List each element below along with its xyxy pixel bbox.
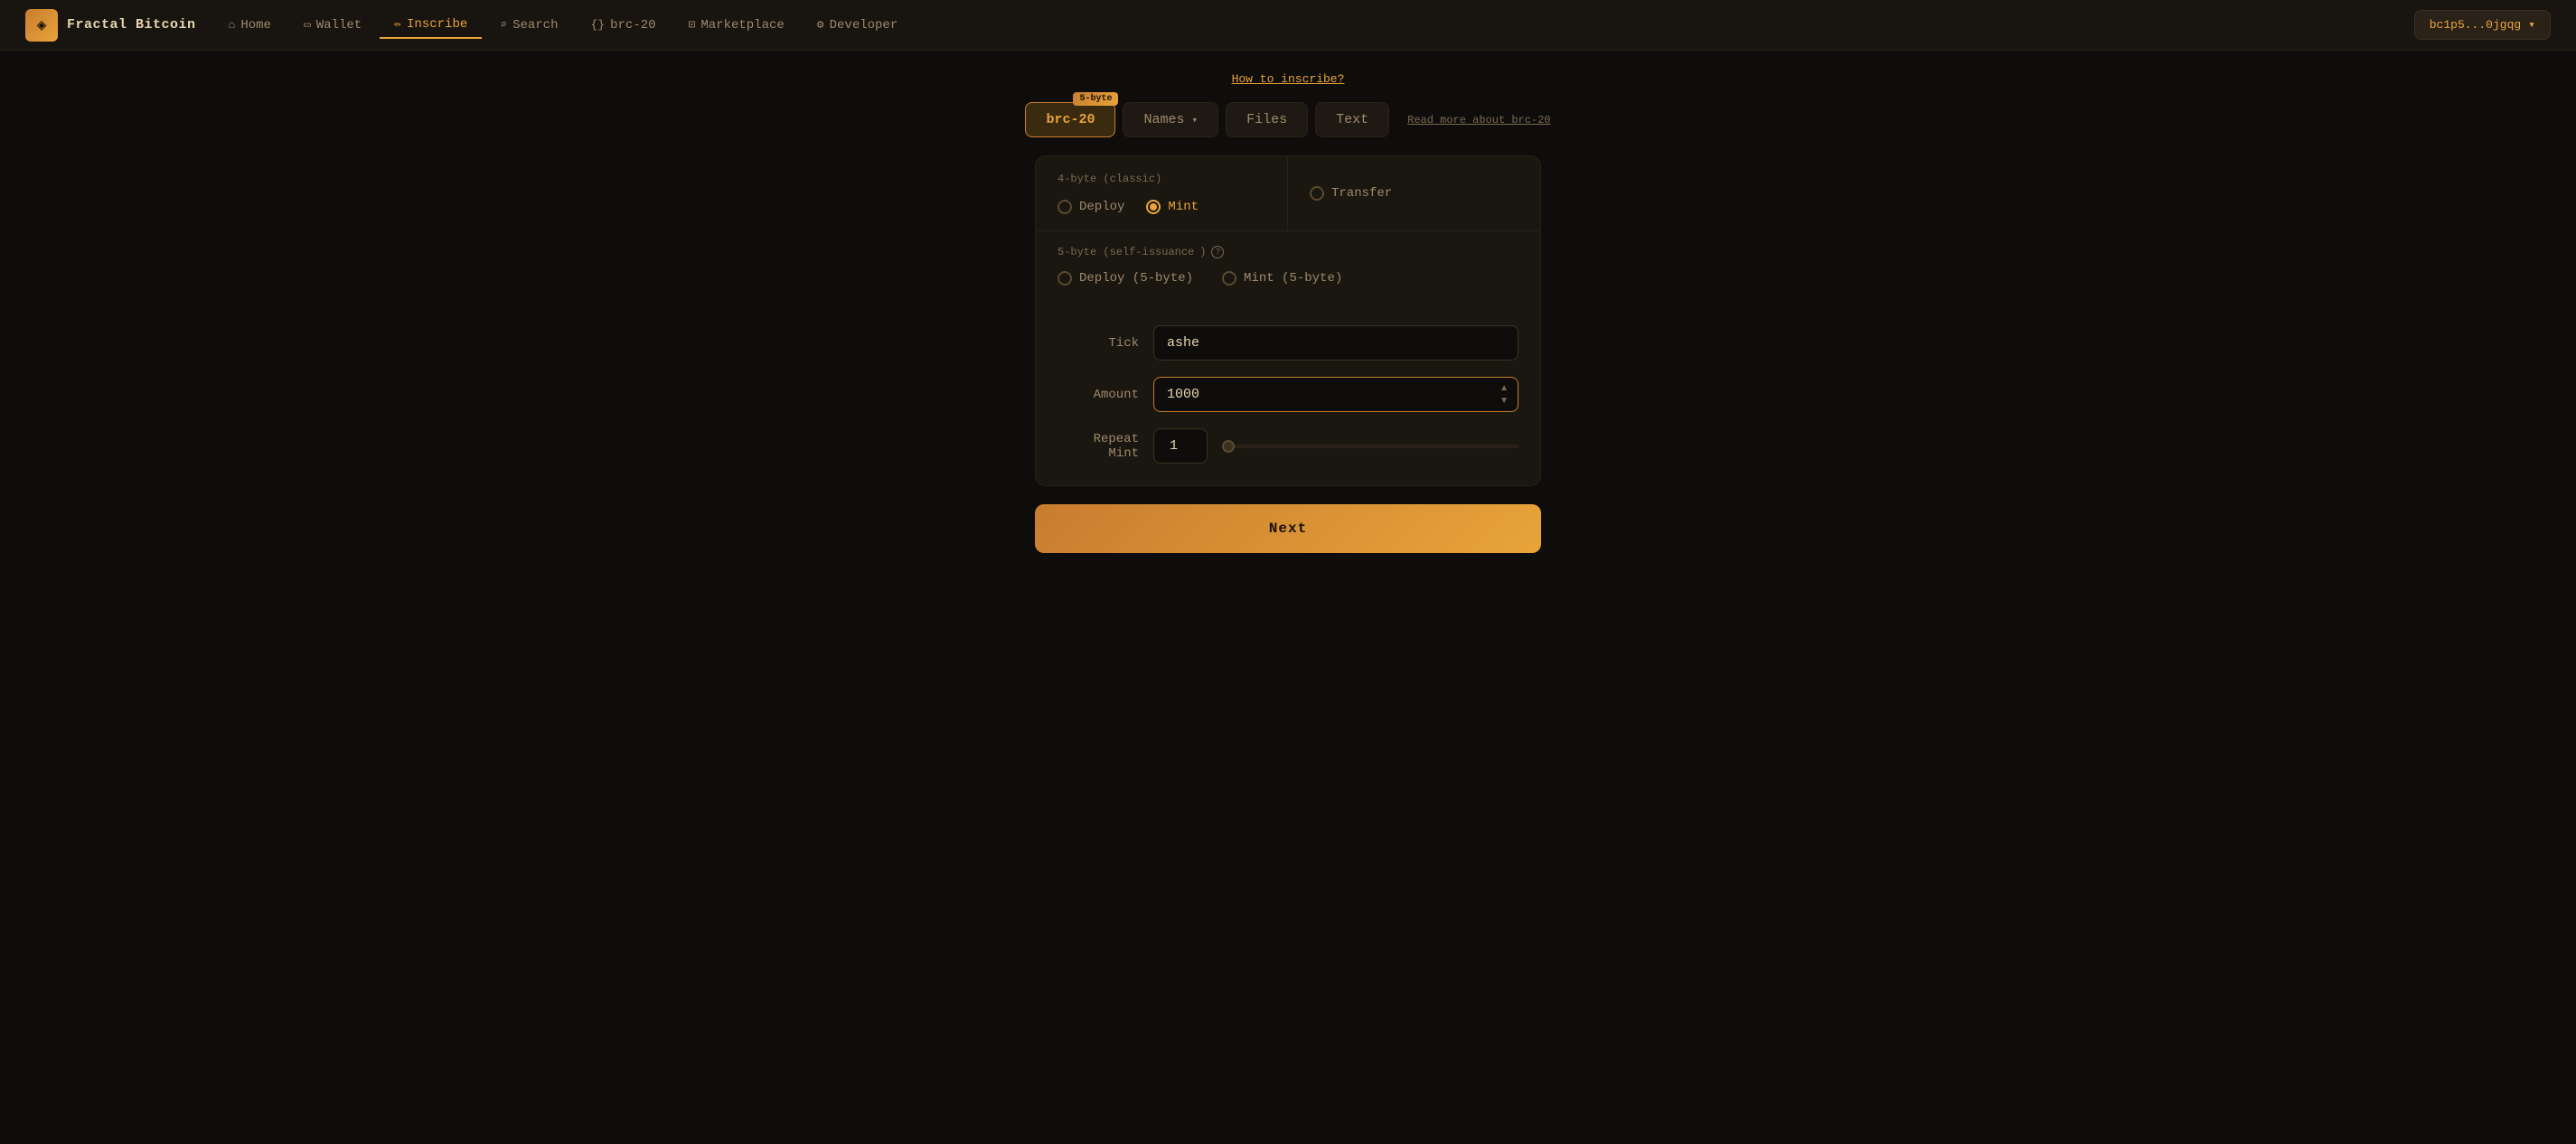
read-more-link[interactable]: Read more about brc-20 [1407, 114, 1550, 127]
tab-files[interactable]: Files [1226, 102, 1308, 137]
tick-field-row: Tick [1058, 325, 1518, 361]
five-byte-label: 5-byte (self-issuance ) ? [1058, 246, 1518, 258]
deploy-option[interactable]: Deploy [1058, 200, 1124, 214]
wallet-icon: ▭ [304, 18, 311, 32]
mint-radio-dot [1150, 203, 1157, 211]
repeat-mint-input[interactable] [1153, 428, 1208, 464]
mint-radio-circle [1146, 200, 1161, 214]
next-button[interactable]: Next [1035, 504, 1541, 553]
nav-brc20-label: brc-20 [610, 18, 655, 33]
nav-home-label: Home [240, 18, 271, 33]
five-byte-radio-group: Deploy (5-byte) Mint (5-byte) [1058, 271, 1518, 286]
nav-wallet-label: Wallet [316, 18, 362, 33]
inscribe-icon: ✏ [394, 17, 401, 31]
nav-search[interactable]: ⌕ Search [485, 13, 572, 38]
nav-home[interactable]: ⌂ Home [214, 13, 286, 38]
four-byte-radio-group: Deploy Mint [1058, 200, 1265, 214]
nav-developer-label: Developer [830, 18, 898, 33]
wallet-address: bc1p5...0jgqg [2430, 18, 2521, 32]
tab-names[interactable]: Names ▾ [1123, 102, 1218, 137]
marketplace-icon: ⊡ [689, 18, 696, 32]
amount-label: Amount [1058, 388, 1139, 402]
amount-input[interactable] [1153, 377, 1518, 412]
tab-row: 5-byte brc-20 Names ▾ Files Text Read mo… [1025, 102, 1550, 137]
amount-spinners: ▲ ▼ [1497, 383, 1511, 407]
transfer-option[interactable]: Transfer [1310, 186, 1392, 201]
home-icon: ⌂ [229, 18, 236, 32]
nav-marketplace-label: Marketplace [700, 18, 784, 33]
navbar: ◈ Fractal Bitcoin ⌂ Home ▭ Wallet ✏ Insc… [0, 0, 2576, 51]
nav-inscribe[interactable]: ✏ Inscribe [380, 12, 482, 39]
deploy-radio-circle [1058, 200, 1072, 214]
transfer-radio-circle [1310, 186, 1324, 201]
mint-5byte-radio-circle [1222, 271, 1236, 286]
repeat-mint-label: Repeat Mint [1058, 432, 1139, 461]
amount-increment-button[interactable]: ▲ [1497, 383, 1511, 394]
nav-brc20[interactable]: {} brc-20 [577, 13, 671, 38]
slider-thumb [1222, 440, 1235, 453]
badge-5byte: 5-byte [1073, 92, 1118, 106]
tab-brc20-label: brc-20 [1046, 112, 1095, 127]
repeat-mint-slider[interactable] [1222, 445, 1518, 448]
mint-label: Mint [1168, 200, 1199, 214]
tab-files-label: Files [1246, 112, 1287, 127]
amount-input-wrapper: ▲ ▼ [1153, 377, 1518, 412]
logo-area[interactable]: ◈ Fractal Bitcoin [25, 9, 196, 42]
how-to-inscribe-link[interactable]: How to inscribe? [1232, 72, 1345, 86]
deploy-label: Deploy [1079, 200, 1124, 214]
chevron-down-icon: ▾ [1191, 114, 1198, 127]
transfer-section: Transfer [1288, 156, 1540, 230]
logo-icon: ◈ [25, 9, 58, 42]
nav-wallet[interactable]: ▭ Wallet [289, 13, 376, 38]
logo-text: Fractal Bitcoin [67, 17, 196, 33]
nav-marketplace[interactable]: ⊡ Marketplace [674, 13, 799, 38]
repeat-mint-field-row: Repeat Mint [1058, 428, 1518, 464]
search-icon: ⌕ [500, 18, 507, 32]
developer-icon: ⚙ [817, 18, 824, 32]
four-byte-label: 4-byte (classic) [1058, 173, 1265, 185]
deploy-5byte-label: Deploy (5-byte) [1079, 271, 1193, 286]
deploy-5byte-option[interactable]: Deploy (5-byte) [1058, 271, 1193, 286]
nav-search-label: Search [512, 18, 558, 33]
four-byte-section: 4-byte (classic) Deploy Mint [1036, 156, 1288, 230]
deploy-5byte-radio-circle [1058, 271, 1072, 286]
five-byte-section: 5-byte (self-issuance ) ? Deploy (5-byte… [1036, 231, 1540, 304]
tab-text[interactable]: Text [1315, 102, 1389, 137]
tab-text-label: Text [1336, 112, 1368, 127]
tick-input[interactable] [1153, 325, 1518, 361]
tick-label: Tick [1058, 336, 1139, 351]
nav-inscribe-label: Inscribe [407, 17, 467, 32]
transfer-label: Transfer [1331, 186, 1392, 201]
form-fields: Tick Amount ▲ ▼ Repeat Mint [1036, 304, 1540, 485]
options-grid: 4-byte (classic) Deploy Mint [1036, 156, 1540, 231]
amount-field-row: Amount ▲ ▼ [1058, 377, 1518, 412]
wallet-button[interactable]: bc1p5...0jgqg ▾ [2414, 10, 2551, 40]
nav-developer[interactable]: ⚙ Developer [803, 13, 912, 38]
wallet-chevron-icon: ▾ [2528, 18, 2535, 32]
help-icon[interactable]: ? [1211, 246, 1224, 258]
main-content: How to inscribe? 5-byte brc-20 Names ▾ F… [0, 51, 2576, 575]
mint-5byte-label: Mint (5-byte) [1244, 271, 1342, 286]
tab-names-label: Names [1143, 112, 1184, 127]
form-card: 4-byte (classic) Deploy Mint [1035, 155, 1541, 486]
mint-5byte-option[interactable]: Mint (5-byte) [1222, 271, 1342, 286]
amount-decrement-button[interactable]: ▼ [1497, 396, 1511, 407]
brc20-icon: {} [591, 18, 606, 32]
tab-brc20[interactable]: 5-byte brc-20 [1025, 102, 1115, 137]
mint-option[interactable]: Mint [1146, 200, 1199, 214]
